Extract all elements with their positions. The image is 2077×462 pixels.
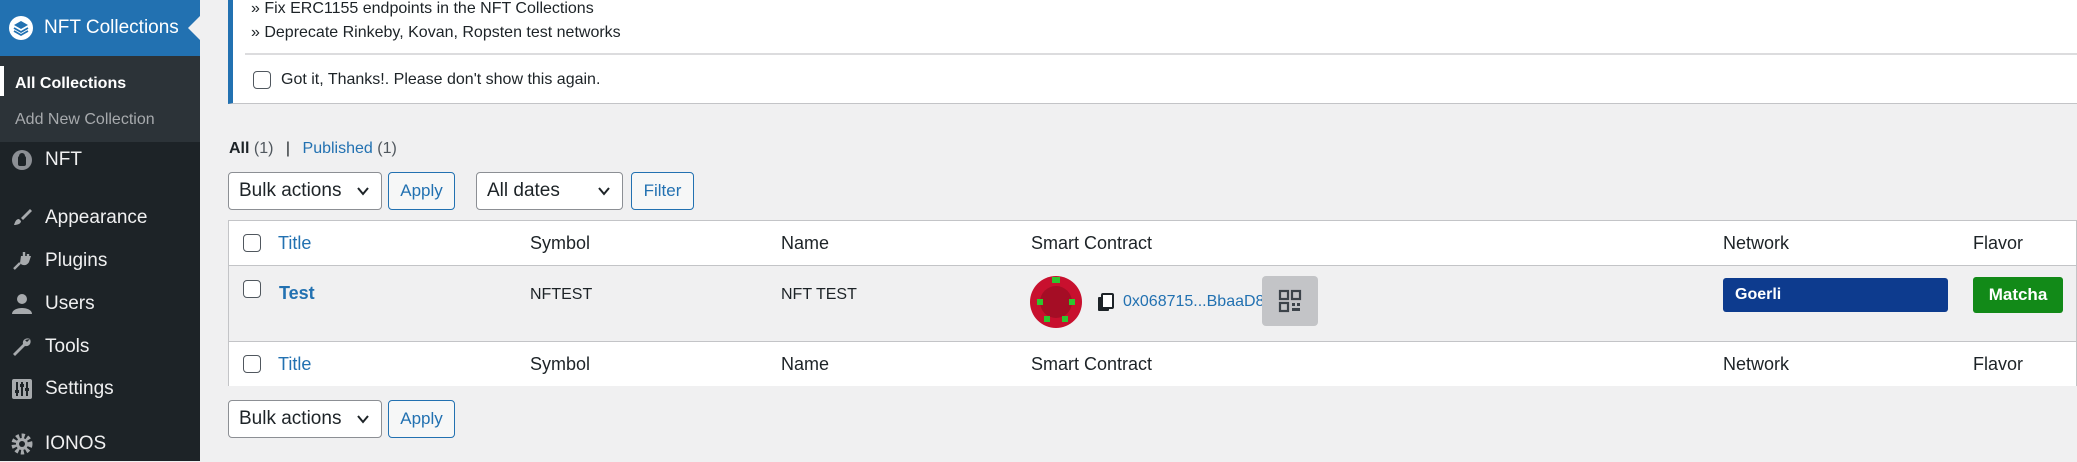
current-menu-arrow — [188, 16, 200, 40]
column-name: Name — [781, 354, 830, 374]
date-filter-select[interactable]: All dates — [476, 172, 623, 210]
chevron-down-icon — [357, 187, 369, 196]
column-title[interactable]: Title — [278, 354, 311, 375]
filter-button[interactable]: Filter — [631, 172, 694, 210]
notice-divider — [245, 53, 2077, 55]
menu-label: Tools — [45, 336, 90, 357]
menu-item-nft[interactable]: NFT — [0, 142, 200, 178]
submenu: All Collections Add New Collection — [0, 56, 200, 142]
column-smart-contract: Smart Contract — [1031, 354, 1153, 374]
layers-icon — [8, 15, 34, 41]
dismiss-notice-checkbox[interactable]: Got it, Thanks!. Please don't show this … — [253, 71, 600, 89]
filter-all-count: (1) — [253, 140, 274, 157]
table-header: Title Symbol Name Smart Contract Network… — [229, 221, 2076, 266]
menu-label: Appearance — [45, 207, 148, 228]
menu-item-plugins[interactable]: Plugins — [0, 243, 200, 279]
menu-item-nft-collections[interactable]: NFT Collections — [0, 0, 200, 56]
collection-name: NFT TEST — [781, 286, 857, 303]
menu-label: Plugins — [45, 250, 108, 271]
chevron-down-icon — [598, 187, 610, 196]
qr-code-icon — [1278, 289, 1302, 313]
select-all-checkbox[interactable] — [243, 355, 261, 373]
filter-published-count: (1) — [377, 140, 397, 157]
menu-label: Users — [45, 293, 95, 314]
update-notice: » Fix ERC1155 endpoints in the NFT Colle… — [228, 0, 2077, 104]
flavor-badge: Matcha — [1973, 277, 2063, 313]
wrench-icon — [9, 334, 35, 360]
table-footer: Title Symbol Name Smart Contract Network… — [229, 341, 2076, 386]
contract-address-link[interactable]: 0x068715...BbaaD8 — [1123, 293, 1264, 311]
column-network: Network — [1723, 354, 1790, 374]
column-flavor: Flavor — [1973, 233, 2024, 253]
menu-item-users[interactable]: Users — [0, 286, 200, 322]
notice-line: » Fix ERC1155 endpoints in the NFT Colle… — [251, 0, 594, 17]
column-flavor: Flavor — [1973, 354, 2024, 374]
chevron-down-icon — [357, 415, 369, 424]
column-symbol: Symbol — [530, 233, 591, 253]
row-checkbox[interactable] — [243, 280, 261, 298]
post-status-filters: All (1) | Published (1) — [229, 140, 397, 158]
date-filter-value: All dates — [487, 180, 560, 201]
column-name: Name — [781, 233, 830, 253]
column-network: Network — [1723, 233, 1790, 253]
filter-all-label[interactable]: All — [229, 140, 249, 157]
collection-symbol: NFTEST — [530, 286, 593, 303]
admin-sidebar: NFT Collections All Collections Add New … — [0, 0, 200, 461]
collection-title-link[interactable]: Test — [279, 283, 315, 304]
filter-separator: | — [285, 140, 291, 157]
nft-icon — [9, 147, 35, 173]
select-all-checkbox[interactable] — [243, 234, 261, 252]
menu-item-settings[interactable]: Settings — [0, 371, 200, 407]
bulk-actions-value: Bulk actions — [239, 180, 342, 201]
menu-item-ionos[interactable]: IONOS — [0, 426, 200, 462]
settings-icon — [9, 376, 35, 402]
filter-published-link[interactable]: Published — [303, 140, 373, 157]
menu-label: Settings — [45, 378, 114, 399]
table-row: Test NFTEST NFT TEST 0x068715...BbaaD8 G… — [229, 266, 2076, 341]
column-symbol: Symbol — [530, 354, 591, 374]
plug-icon — [9, 248, 35, 274]
menu-label: NFT — [45, 149, 82, 170]
column-title[interactable]: Title — [278, 233, 311, 254]
menu-item-tools[interactable]: Tools — [0, 329, 200, 365]
menu-label: IONOS — [45, 433, 107, 454]
notice-line: » Deprecate Rinkeby, Kovan, Ropsten test… — [251, 24, 621, 41]
gear-icon — [9, 431, 35, 457]
apply-button[interactable]: Apply — [388, 172, 455, 210]
dismiss-notice-label: Got it, Thanks!. Please don't show this … — [281, 71, 601, 88]
user-icon — [9, 291, 35, 317]
copy-icon[interactable] — [1097, 293, 1115, 313]
column-smart-contract: Smart Contract — [1031, 233, 1153, 253]
brush-icon — [9, 205, 35, 231]
menu-item-appearance[interactable]: Appearance — [0, 200, 200, 236]
contract-identicon — [1030, 276, 1082, 328]
apply-button-bottom[interactable]: Apply — [388, 400, 455, 438]
bulk-actions-select-bottom[interactable]: Bulk actions — [228, 400, 382, 438]
submenu-item-add-new-collection[interactable]: Add New Collection — [15, 111, 155, 129]
collections-table: Title Symbol Name Smart Contract Network… — [228, 220, 2077, 386]
bulk-actions-value: Bulk actions — [239, 408, 342, 429]
current-indicator — [0, 66, 4, 96]
network-badge: Goerli — [1723, 278, 1948, 312]
qr-code-button[interactable] — [1262, 276, 1318, 326]
bulk-actions-select[interactable]: Bulk actions — [228, 172, 382, 210]
checkbox[interactable] — [253, 71, 271, 89]
menu-label: NFT Collections — [44, 17, 179, 38]
submenu-item-all-collections[interactable]: All Collections — [15, 75, 126, 93]
